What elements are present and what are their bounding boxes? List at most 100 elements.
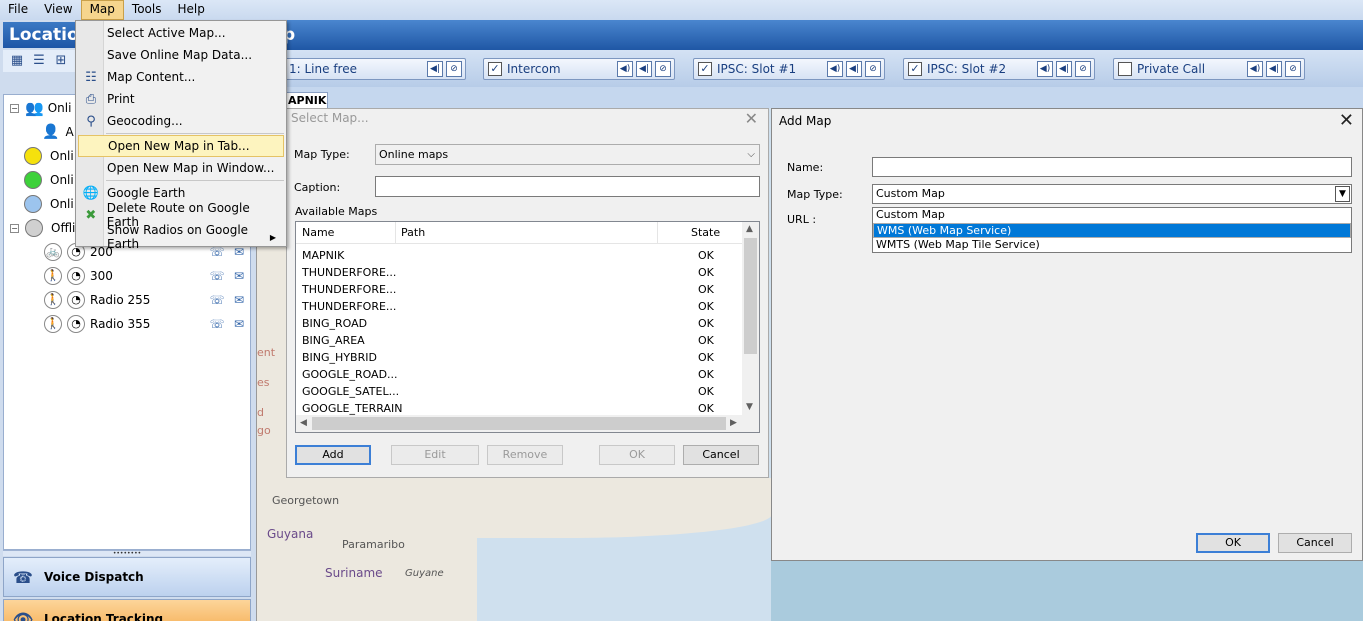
map-type-combo[interactable]: Custom Map ▼ xyxy=(872,184,1352,204)
tree-group-offline[interactable]: − Offli xyxy=(10,216,75,240)
table-row[interactable]: GOOGLE_SATEL... OK xyxy=(296,383,743,400)
column-state[interactable]: State xyxy=(691,226,720,239)
ok-button[interactable]: OK xyxy=(1196,533,1270,553)
scrollbar-thumb[interactable] xyxy=(312,417,726,430)
tree-group-online[interactable]: − 👥 Onli xyxy=(10,96,71,120)
menu-view[interactable]: View xyxy=(36,0,80,20)
table-row[interactable]: GOOGLE_ROAD... OK xyxy=(296,366,743,383)
tree-status-blue[interactable]: Onli xyxy=(24,192,74,216)
call-icon[interactable]: ☏ xyxy=(208,291,226,309)
menu-map[interactable]: Map xyxy=(80,0,124,20)
ok-button[interactable]: OK xyxy=(599,445,675,465)
scrollbar-thumb[interactable] xyxy=(744,238,757,354)
map-type-select[interactable]: Online maps ⌵ xyxy=(375,144,760,165)
collapse-icon[interactable]: − xyxy=(10,103,19,113)
menu-item-show-radios[interactable]: Show Radios on Google Earth ▶ xyxy=(78,223,284,251)
vertical-scrollbar[interactable]: ▲ ▼ xyxy=(742,222,759,417)
channel-line-free[interactable]: 1: Line free ◀| ⊘ xyxy=(283,58,466,80)
tree-status-yellow[interactable]: Onli xyxy=(24,144,74,168)
channel-checkbox[interactable]: ✓ xyxy=(488,62,502,76)
channel-checkbox[interactable]: ✓ xyxy=(908,62,922,76)
add-button[interactable]: Add xyxy=(295,445,371,465)
channel-intercom[interactable]: ✓ Intercom ◀) ◀| ⊘ xyxy=(483,58,675,80)
volume-icon[interactable]: ◀) xyxy=(827,61,843,77)
column-path[interactable]: Path xyxy=(401,226,425,239)
caption-input[interactable] xyxy=(375,176,760,197)
menu-item-save-online-map-data[interactable]: Save Online Map Data... xyxy=(78,44,284,66)
tree-status-green[interactable]: Onli xyxy=(24,168,74,192)
menu-item-geocoding[interactable]: ⚲ Geocoding... xyxy=(78,110,284,132)
option-wms[interactable]: WMS (Web Map Service) xyxy=(873,223,1351,238)
voice-dispatch-button[interactable]: ☎ Voice Dispatch xyxy=(3,557,251,597)
table-row[interactable]: THUNDERFORE... OK xyxy=(296,298,743,315)
location-tracking-button[interactable]: 👁 Location Tracking xyxy=(3,599,251,621)
call-icon[interactable]: ☏ xyxy=(208,315,226,333)
name-input[interactable] xyxy=(872,157,1352,177)
map-label-paramaribo: Paramaribo xyxy=(342,538,405,551)
panel-splitter[interactable]: •••••••• xyxy=(3,550,251,557)
menu-item-print[interactable]: ⎙ Print xyxy=(78,88,284,110)
available-maps-list[interactable]: Name Path State MAPNIK OK THUNDERFORE... O… xyxy=(295,221,760,433)
message-icon[interactable]: ✉ xyxy=(230,267,248,285)
scroll-down-icon[interactable]: ▼ xyxy=(746,402,753,412)
channel-checkbox[interactable] xyxy=(1118,62,1132,76)
tree-radio-355[interactable]: 🚶 ◔ Radio 355 ☏ ✉ xyxy=(44,312,248,336)
tree-item-user[interactable]: 👤 A xyxy=(42,120,74,144)
volume-icon[interactable]: ◀) xyxy=(1247,61,1263,77)
table-row[interactable]: MAPNIK OK xyxy=(296,247,743,264)
message-icon[interactable]: ✉ xyxy=(230,315,248,333)
table-row[interactable]: THUNDERFORE... OK xyxy=(296,264,743,281)
close-icon[interactable]: ✕ xyxy=(745,109,758,128)
mute-icon[interactable]: ◀| xyxy=(846,61,862,77)
tree-radio-300[interactable]: 🚶 ◔ 300 ☏ ✉ xyxy=(44,264,248,288)
table-row[interactable]: THUNDERFORE... OK xyxy=(296,281,743,298)
channel-ipsc-slot-2[interactable]: ✓ IPSC: Slot #2 ◀) ◀| ⊘ xyxy=(903,58,1095,80)
table-row[interactable]: BING_AREA OK xyxy=(296,332,743,349)
volume-icon[interactable]: ◀) xyxy=(1037,61,1053,77)
mute-icon[interactable]: ◀| xyxy=(636,61,652,77)
message-icon[interactable]: ✉ xyxy=(230,291,248,309)
cancel-button[interactable]: Cancel xyxy=(1278,533,1352,553)
mute-icon[interactable]: ◀| xyxy=(1266,61,1282,77)
block-icon[interactable]: ⊘ xyxy=(1075,61,1091,77)
tree-radio-255[interactable]: 🚶 ◔ Radio 255 ☏ ✉ xyxy=(44,288,248,312)
remove-button[interactable]: Remove xyxy=(487,445,563,465)
scroll-up-icon[interactable]: ▲ xyxy=(746,224,753,234)
edit-button[interactable]: Edit xyxy=(391,445,479,465)
block-icon[interactable]: ⊘ xyxy=(446,61,462,77)
table-row[interactable]: BING_HYBRID OK xyxy=(296,349,743,366)
block-icon[interactable]: ⊘ xyxy=(1285,61,1301,77)
mute-icon[interactable]: ◀| xyxy=(427,61,443,77)
menu-item-open-new-map-in-tab[interactable]: Open New Map in Tab... xyxy=(78,135,284,157)
table-row[interactable]: BING_ROAD OK xyxy=(296,315,743,332)
tree-view-icon[interactable]: ⊞ xyxy=(53,53,69,69)
map-type-dropdown-list[interactable]: Custom Map WMS (Web Map Service) WMTS (W… xyxy=(872,207,1352,253)
cancel-button[interactable]: Cancel xyxy=(683,445,759,465)
channel-ipsc-slot-1[interactable]: ✓ IPSC: Slot #1 ◀) ◀| ⊘ xyxy=(693,58,885,80)
call-icon[interactable]: ☏ xyxy=(208,267,226,285)
scroll-left-icon[interactable]: ◀ xyxy=(300,418,307,428)
block-icon[interactable]: ⊘ xyxy=(865,61,881,77)
map-tab[interactable]: APNIK xyxy=(284,92,328,109)
volume-icon[interactable]: ◀) xyxy=(617,61,633,77)
channel-private-call[interactable]: Private Call ◀) ◀| ⊘ xyxy=(1113,58,1305,80)
column-name[interactable]: Name xyxy=(302,226,334,239)
block-icon[interactable]: ⊘ xyxy=(655,61,671,77)
option-wmts[interactable]: WMTS (Web Map Tile Service) xyxy=(873,238,1351,253)
menu-item-open-new-map-in-window[interactable]: Open New Map in Window... xyxy=(78,157,284,179)
menu-help[interactable]: Help xyxy=(169,0,212,20)
horizontal-scrollbar[interactable]: ◀ ▶ xyxy=(296,415,759,432)
channel-checkbox[interactable]: ✓ xyxy=(698,62,712,76)
chevron-down-icon[interactable]: ▼ xyxy=(1335,186,1350,202)
list-view-icon[interactable]: ☰ xyxy=(31,53,47,69)
option-custom-map[interactable]: Custom Map xyxy=(873,208,1351,223)
mute-icon[interactable]: ◀| xyxy=(1056,61,1072,77)
menu-tools[interactable]: Tools xyxy=(124,0,170,20)
close-icon[interactable]: ✕ xyxy=(1339,110,1354,131)
grid-view-icon[interactable]: ▦ xyxy=(9,53,25,69)
collapse-icon[interactable]: − xyxy=(10,223,19,233)
scroll-right-icon[interactable]: ▶ xyxy=(730,418,737,428)
menu-item-map-content[interactable]: ☷ Map Content... xyxy=(78,66,284,88)
menu-file[interactable]: File xyxy=(0,0,36,20)
menu-item-select-active-map[interactable]: Select Active Map... xyxy=(78,22,284,44)
